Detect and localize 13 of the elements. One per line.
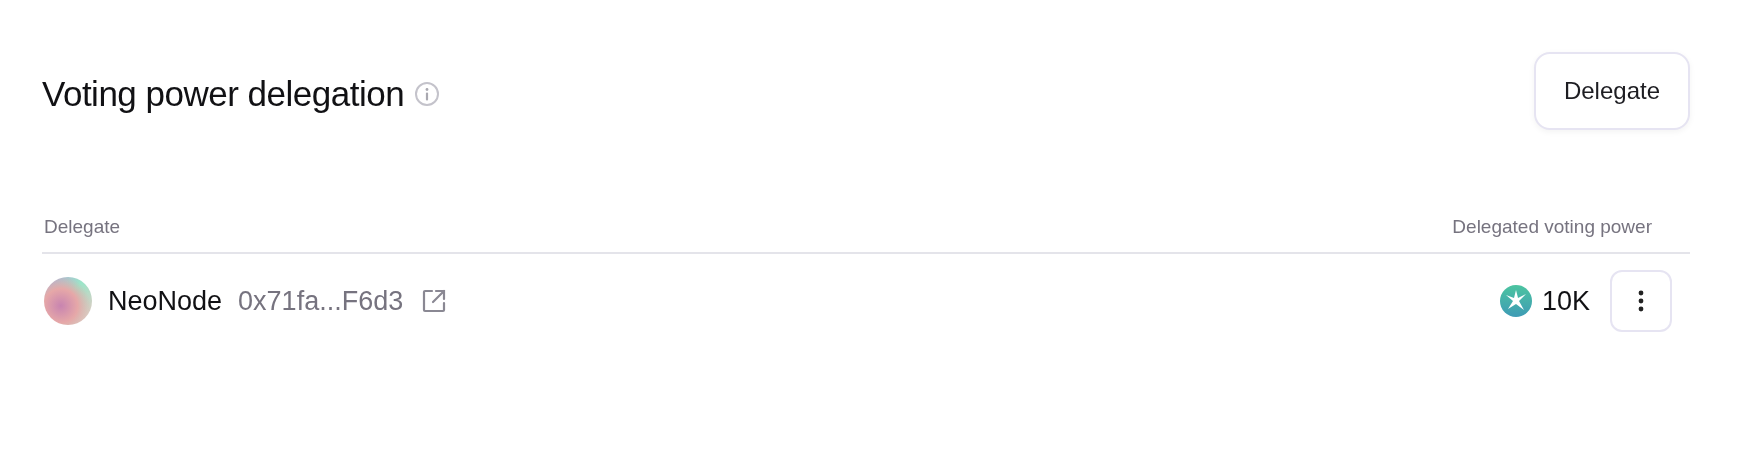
page-title: Voting power delegation xyxy=(42,74,405,114)
info-icon[interactable] xyxy=(414,81,441,107)
column-header: Delegate xyxy=(44,216,121,238)
avatar xyxy=(44,277,92,325)
delegate-name: NeoNode xyxy=(108,285,223,317)
delegate-button[interactable]: Delegate xyxy=(1533,52,1690,130)
voting-power: 10K xyxy=(1541,285,1590,317)
more-icon xyxy=(1638,290,1644,312)
external-link-icon[interactable] xyxy=(421,288,448,314)
more-menu-button[interactable] xyxy=(1610,270,1672,332)
column-header: Delegated voting power xyxy=(1452,216,1652,238)
wallet-address: 0x71fa...F6d3 xyxy=(238,285,404,317)
token-icon xyxy=(1499,285,1532,317)
